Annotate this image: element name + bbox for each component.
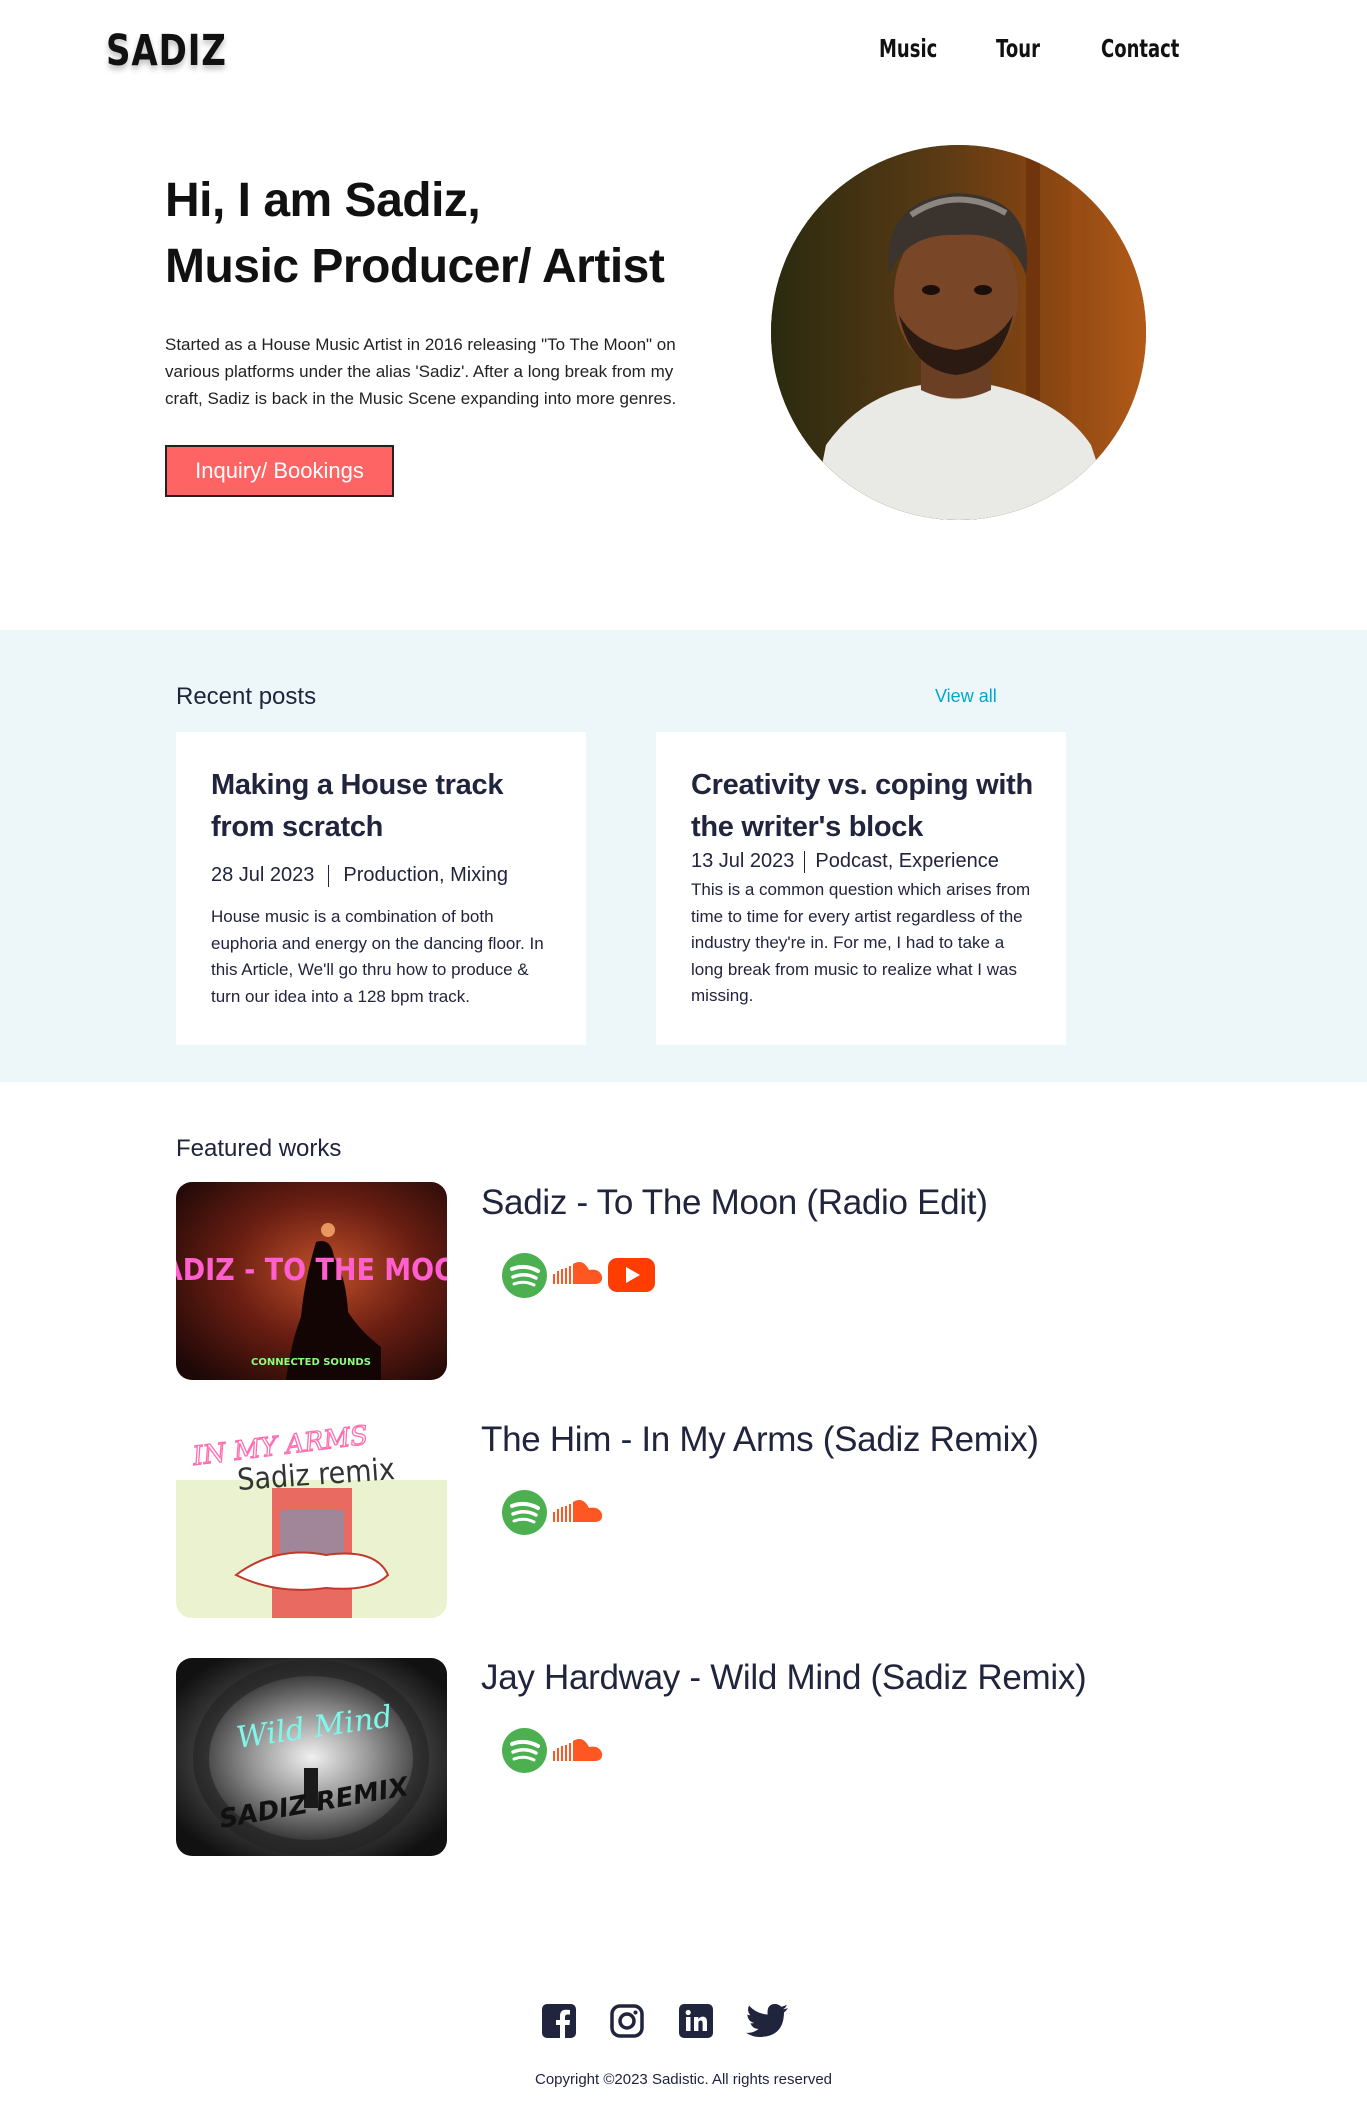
post-date: 13 Jul 2023	[691, 850, 795, 872]
facebook-icon[interactable]	[542, 2004, 576, 2043]
post-excerpt: This is a common question which arises f…	[691, 880, 1031, 1005]
site-header: SADIZ Music Tour Contact	[0, 0, 1367, 110]
post-meta: 28 Jul 2023 Production, Mixing	[211, 864, 508, 887]
hero-title-line2: Music Producer/ Artist	[165, 240, 665, 293]
nav-music[interactable]: Music	[879, 34, 937, 63]
post-card[interactable]: Making a House track from scratch 28 Jul…	[176, 732, 586, 1045]
post-card[interactable]: Creativity vs. coping with the writer's …	[656, 732, 1066, 1045]
work-cover[interactable]: SADIZ - TO THE MOON CONNECTED SOUNDS	[176, 1182, 447, 1380]
soundcloud-icon[interactable]	[553, 1737, 605, 1768]
featured-works-heading: Featured works	[176, 1135, 342, 1162]
hero-description: Started as a House Music Artist in 2016 …	[165, 335, 677, 408]
profile-photo	[771, 145, 1146, 520]
post-excerpt: House music is a combination of both eup…	[211, 907, 544, 1006]
work-cover[interactable]: IN MY ARMS Sadiz remix	[176, 1420, 447, 1618]
post-tags: Production, Mixing	[343, 864, 508, 886]
post-tags: Podcast, Experience	[815, 850, 999, 872]
view-all-link[interactable]: View all	[935, 686, 997, 707]
copyright-text: Copyright ©2023 Sadistic. All rights res…	[534, 2071, 833, 2088]
instagram-icon[interactable]	[610, 2004, 644, 2043]
recent-posts-heading: Recent posts	[176, 683, 317, 710]
soundcloud-icon[interactable]	[553, 1498, 605, 1529]
nav-contact[interactable]: Contact	[1101, 34, 1179, 63]
work-title[interactable]: The Him - In My Arms (Sadiz Remix)	[481, 1420, 1039, 1460]
hero-title: Hi, I am Sadiz, Music Producer/ Artist	[165, 168, 665, 300]
meta-divider	[804, 850, 806, 873]
work-title[interactable]: Jay Hardway - Wild Mind (Sadiz Remix)	[481, 1658, 1087, 1698]
spotify-icon[interactable]	[502, 1728, 547, 1778]
nav-tour[interactable]: Tour	[996, 34, 1040, 63]
spotify-icon[interactable]	[502, 1490, 547, 1540]
soundcloud-icon[interactable]	[553, 1260, 605, 1291]
youtube-icon[interactable]	[608, 1258, 655, 1297]
linkedin-icon[interactable]	[679, 2004, 713, 2043]
post-date: 28 Jul 2023	[211, 864, 315, 886]
work-title[interactable]: Sadiz - To The Moon (Radio Edit)	[481, 1183, 988, 1223]
post-title[interactable]: Creativity vs. coping with the writer's …	[691, 764, 1051, 848]
cover-sub-text: CONNECTED SOUNDS	[251, 1357, 371, 1368]
hero-title-line1: Hi, I am Sadiz,	[165, 174, 481, 227]
twitter-icon[interactable]	[746, 2004, 788, 2043]
post-meta: 13 Jul 2023 Podcast, Experience	[691, 850, 999, 873]
site-logo[interactable]: SADIZ	[106, 26, 227, 76]
post-title[interactable]: Making a House track from scratch	[211, 764, 571, 848]
meta-divider	[328, 864, 330, 887]
work-cover[interactable]: Wild Mind SADIZ REMIX	[176, 1658, 447, 1856]
inquiry-bookings-button[interactable]: Inquiry/ Bookings	[165, 445, 394, 497]
spotify-icon[interactable]	[502, 1253, 547, 1303]
cover-title-text: SADIZ - TO THE MOON	[176, 1253, 447, 1288]
